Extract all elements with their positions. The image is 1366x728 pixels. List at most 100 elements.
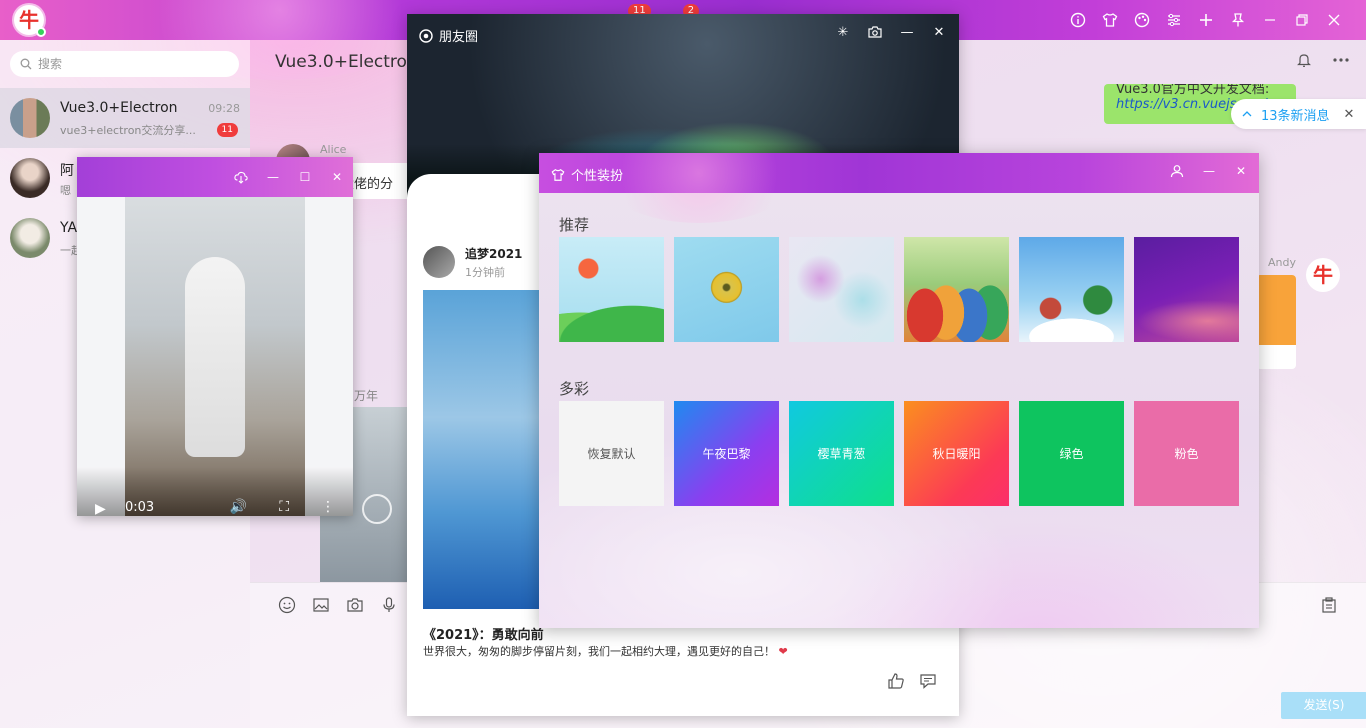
theme-thumbnail-kiwi[interactable]: [674, 237, 779, 342]
maximize-icon[interactable]: [1288, 6, 1316, 34]
new-messages-pill[interactable]: 13条新消息 ✕: [1231, 99, 1366, 129]
camera-icon[interactable]: [865, 22, 885, 42]
image-icon[interactable]: [312, 596, 330, 614]
video-window-titlebar: — ☐ ✕: [77, 157, 353, 197]
sender-name: Alice: [320, 143, 347, 156]
moments-window-actions: ✳ — ✕: [833, 22, 949, 42]
input-toolbar: [278, 596, 398, 614]
theme-color-midnight-paris[interactable]: 午夜巴黎: [674, 401, 779, 506]
chat-name: YA: [60, 220, 78, 236]
theme-window-actions: — ✕: [1167, 161, 1251, 181]
microphone-icon[interactable]: [380, 596, 398, 614]
info-icon[interactable]: [1064, 6, 1092, 34]
video-right-controls: 🔊 ⛶ ⋮: [230, 499, 335, 515]
search-icon: [20, 58, 32, 70]
close-icon[interactable]: [1320, 6, 1348, 34]
fullscreen-icon[interactable]: ⛶: [279, 499, 289, 515]
close-icon[interactable]: ✕: [1231, 161, 1251, 181]
section-recommend-label: 推荐: [559, 216, 590, 234]
magic-wand-icon[interactable]: ✳: [833, 22, 853, 42]
chat-title: Vue3.0+Electron: [275, 52, 418, 72]
chevron-up-icon: [1242, 111, 1252, 117]
shirt-icon[interactable]: [1096, 6, 1124, 34]
theme-thumbnail-snow[interactable]: [1019, 237, 1124, 342]
heart-icon: ❤: [778, 645, 788, 658]
video-area[interactable]: ▶ 0:03 🔊 ⛶ ⋮: [77, 197, 353, 516]
theme-color-label: 秋日暖阳: [932, 447, 981, 461]
palette-icon[interactable]: [1128, 6, 1156, 34]
play-icon[interactable]: ▶: [95, 501, 106, 516]
play-icon[interactable]: [362, 494, 392, 524]
minimize-icon[interactable]: —: [897, 22, 917, 42]
theme-color-label: 绿色: [1059, 447, 1084, 461]
sliders-icon[interactable]: [1160, 6, 1188, 34]
minimize-icon[interactable]: —: [263, 167, 283, 187]
theme-thumbnail-hills[interactable]: [559, 237, 664, 342]
bell-icon[interactable]: [1296, 52, 1312, 72]
moments-icon: [419, 28, 433, 43]
video-controls: ▶ 0:03 🔊 ⛶ ⋮: [77, 467, 353, 516]
search-input[interactable]: [38, 57, 218, 71]
group-avatar: [10, 98, 50, 138]
close-icon[interactable]: ✕: [327, 167, 347, 187]
camera-icon[interactable]: [346, 596, 364, 614]
more-vertical-icon[interactable]: ⋮: [321, 499, 335, 515]
theme-color-label: 恢复默认: [587, 447, 636, 461]
contact-avatar: [10, 158, 50, 198]
search-box[interactable]: [10, 51, 239, 77]
download-icon[interactable]: [231, 167, 251, 187]
plus-icon[interactable]: [1192, 6, 1220, 34]
theme-title-group: 个性装扮: [551, 165, 623, 184]
volume-icon[interactable]: 🔊: [230, 499, 247, 515]
message-text: Vue3.0官方中文开发文档:: [1116, 84, 1270, 97]
minimize-icon[interactable]: —: [1199, 161, 1219, 181]
user-icon[interactable]: [1167, 161, 1187, 181]
theme-thumbnail-purple[interactable]: [1134, 237, 1239, 342]
titlebar-actions: [1064, 6, 1348, 34]
poster-name[interactable]: 追梦2021: [465, 245, 522, 262]
emoji-icon[interactable]: [278, 596, 296, 614]
video-player-window: — ☐ ✕ ▶ 0:03 🔊 ⛶ ⋮: [77, 157, 353, 516]
post-text-body: 世界很大，匆匆的脚步停留片刻，我们一起相约大理，遇见更好的自己！: [423, 645, 775, 658]
contact-avatar: [10, 218, 50, 258]
app-logo[interactable]: 牛: [14, 5, 46, 37]
chat-preview: vue3+electron交流分享...: [60, 124, 196, 137]
post-image[interactable]: [423, 290, 557, 609]
close-icon[interactable]: ✕: [1344, 107, 1355, 122]
video-time: 0:03: [125, 500, 155, 515]
send-button[interactable]: 发送(S): [1281, 692, 1366, 719]
theme-color-autumn-sun[interactable]: 秋日暖阳: [904, 401, 1009, 506]
theme-color-label: 午夜巴黎: [702, 447, 751, 461]
theme-color-default[interactable]: 恢复默认: [559, 401, 664, 506]
theme-thumbnail-people[interactable]: [904, 237, 1009, 342]
message-card[interactable]: [1256, 275, 1296, 369]
chat-name: Vue3.0+Electron: [60, 100, 178, 116]
clipboard-icon[interactable]: [1320, 596, 1338, 618]
chat-item-vue3-electron[interactable]: Vue3.0+Electron 09:28 vue3+electron交流分享.…: [0, 88, 250, 148]
theme-thumbnail-flowers[interactable]: [789, 237, 894, 342]
avatar[interactable]: 牛: [1306, 258, 1340, 292]
like-icon[interactable]: [887, 672, 905, 694]
sender-name: Andy: [1268, 256, 1296, 269]
chat-header-tools: [1296, 52, 1350, 72]
post-text: 世界很大，匆匆的脚步停留片刻，我们一起相约大理，遇见更好的自己！ ❤: [423, 643, 788, 659]
chat-time: 09:28: [208, 102, 240, 115]
avatar[interactable]: [423, 246, 455, 278]
close-icon[interactable]: ✕: [929, 22, 949, 42]
shirt-icon: [551, 168, 565, 181]
online-status-dot: [36, 27, 46, 37]
minimize-icon[interactable]: [1256, 6, 1284, 34]
comment-icon[interactable]: [919, 672, 937, 694]
theme-color-label: 粉色: [1174, 447, 1199, 461]
unread-count-badge: 11: [216, 123, 238, 137]
theme-color-pink[interactable]: 粉色: [1134, 401, 1239, 506]
theme-color-primrose-green[interactable]: 樱草青葱: [789, 401, 894, 506]
post-actions: [887, 672, 937, 694]
theme-title: 个性装扮: [571, 169, 624, 184]
maximize-icon[interactable]: ☐: [295, 167, 315, 187]
section-colorful-label: 多彩: [559, 380, 590, 398]
theme-window-titlebar: [539, 153, 1259, 223]
theme-color-green[interactable]: 绿色: [1019, 401, 1124, 506]
pin-icon[interactable]: [1224, 6, 1252, 34]
more-icon[interactable]: [1332, 52, 1350, 72]
